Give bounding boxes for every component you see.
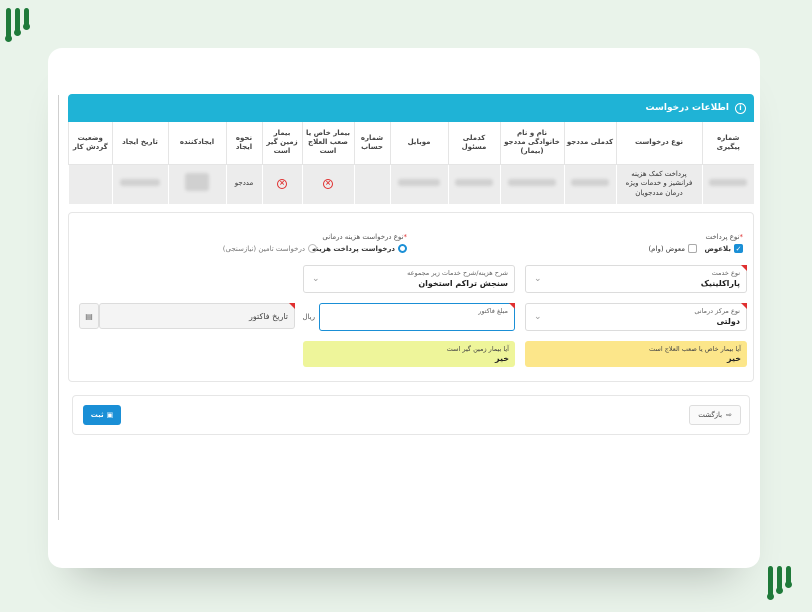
cell-creator [167, 164, 226, 204]
col-request-type: نوع درخواست [615, 122, 702, 165]
cost-description-select[interactable]: شرح هزینه/شرح خدمات زیر مجموعه سنجش تراک… [303, 265, 515, 293]
brand-logo-top [5, 8, 30, 42]
special-patient-value: خیر [726, 354, 741, 363]
radio-icon[interactable] [308, 244, 317, 253]
bedridden-value: خیر [494, 354, 509, 363]
bedridden-label: آیا بیمار زمین گیر است [446, 345, 509, 353]
center-type-label: نوع مرکز درمانی [694, 307, 740, 315]
payment-option-grant[interactable]: ✓ بلاعوض [704, 244, 743, 253]
service-type-label: نوع خدمت [711, 269, 740, 277]
cell-account [353, 164, 390, 204]
cell-bedridden: × [261, 164, 302, 204]
checkbox-checked-icon[interactable]: ✓ [734, 244, 743, 253]
col-workflow-status: وضعیت گردش کار [68, 122, 112, 165]
special-patient-label: آیا بیمار خاص یا صعب العلاج است [649, 345, 741, 353]
invoice-date-placeholder: تاریخ فاکتور [249, 312, 288, 321]
payment-option-loan[interactable]: معوض (وام) [648, 244, 697, 253]
cell-mobile [389, 164, 448, 204]
cell-tracking [701, 164, 754, 204]
panel-header: اطلاعات درخواست i [68, 94, 754, 122]
cell-created-date [111, 164, 168, 204]
radio-selected-icon[interactable] [398, 244, 407, 253]
col-mobile: موبایل [389, 122, 448, 165]
medical-option-supply[interactable]: درخواست تامین (نیازسنجی) [223, 244, 317, 253]
divider-line [58, 95, 59, 520]
cost-description-value: سنجش تراکم استخوان [418, 279, 508, 288]
cell-responsible-id [447, 164, 500, 204]
panel-title: اطلاعات درخواست [645, 103, 730, 113]
cell-client-id [563, 164, 616, 204]
col-tracking: شماره پیگیری [701, 122, 754, 165]
chevron-down-icon: ⌄ [534, 312, 542, 322]
actions-bar: ⇨ بازگشت ▣ ثبت [72, 395, 750, 435]
checkbox-icon[interactable] [688, 244, 697, 253]
service-type-value: پاراکلینیک [700, 279, 740, 288]
col-creation-method: نحوه ایجاد [225, 122, 262, 165]
cell-client-name [499, 164, 564, 204]
chevron-down-icon: ⌄ [312, 274, 320, 284]
invoice-date-input[interactable]: تاریخ فاکتور [99, 303, 295, 329]
currency-unit: ریال [302, 313, 315, 321]
cross-circle-icon: × [277, 179, 287, 190]
request-table: شماره پیگیری نوع درخواست کدملی مددجو نام… [68, 122, 754, 204]
col-special-patient: بیمار خاص یا صعب العلاج است [301, 122, 354, 165]
chevron-down-icon: ⌄ [534, 274, 542, 284]
cost-description-label: شرح هزینه/شرح خدمات زیر مجموعه [407, 269, 508, 277]
col-created-date: تاریخ ایجاد [111, 122, 168, 165]
save-button[interactable]: ▣ ثبت [83, 405, 121, 425]
save-icon: ▣ [106, 411, 114, 419]
invoice-amount-input[interactable]: مبلغ فاکتور [319, 303, 515, 331]
cell-creation-method: مددجو [225, 164, 262, 204]
bedridden-field: آیا بیمار زمین گیر است خیر [303, 341, 515, 367]
payment-type-label: *نوع پرداخت [705, 233, 743, 241]
brand-logo-bottom [767, 566, 792, 600]
back-arrow-icon: ⇨ [726, 411, 732, 419]
cell-workflow-status [68, 164, 112, 204]
medical-option-payment[interactable]: درخواست پرداخت هزینه [312, 244, 407, 253]
col-bedridden: بیمار زمین گیر است [261, 122, 302, 165]
special-patient-field: آیا بیمار خاص یا صعب العلاج است خیر [525, 341, 747, 367]
col-account: شماره حساب [353, 122, 390, 165]
invoice-amount-label: مبلغ فاکتور [478, 307, 508, 315]
medical-request-type-label: *نوع درخواست هزینه درمانی [322, 233, 407, 241]
col-client-name: نام و نام خانوادگی مددجو (بیمار) [499, 122, 564, 165]
back-button[interactable]: ⇨ بازگشت [689, 405, 741, 425]
col-creator: ایجادکننده [167, 122, 226, 165]
center-type-select[interactable]: نوع مرکز درمانی دولتی ⌄ [525, 303, 747, 331]
info-icon: i [735, 102, 746, 114]
cell-request-type: پرداخت کمک هزینه فرانشیز و خدمات ویژه در… [615, 164, 702, 204]
col-client-id: کدملی مددجو [563, 122, 616, 165]
calendar-icon[interactable]: ▤ [79, 303, 99, 329]
service-type-select[interactable]: نوع خدمت پاراکلینیک ⌄ [525, 265, 747, 293]
col-responsible-id: کدملی مسئول [447, 122, 500, 165]
center-type-value: دولتی [716, 317, 740, 326]
table-row[interactable]: پرداخت کمک هزینه فرانشیز و خدمات ویژه در… [68, 164, 754, 204]
request-form: *نوع پرداخت ✓ بلاعوض معوض (وام) *نوع درخ… [68, 212, 754, 382]
cross-circle-icon: × [323, 179, 333, 190]
cell-special-patient: × [301, 164, 354, 204]
